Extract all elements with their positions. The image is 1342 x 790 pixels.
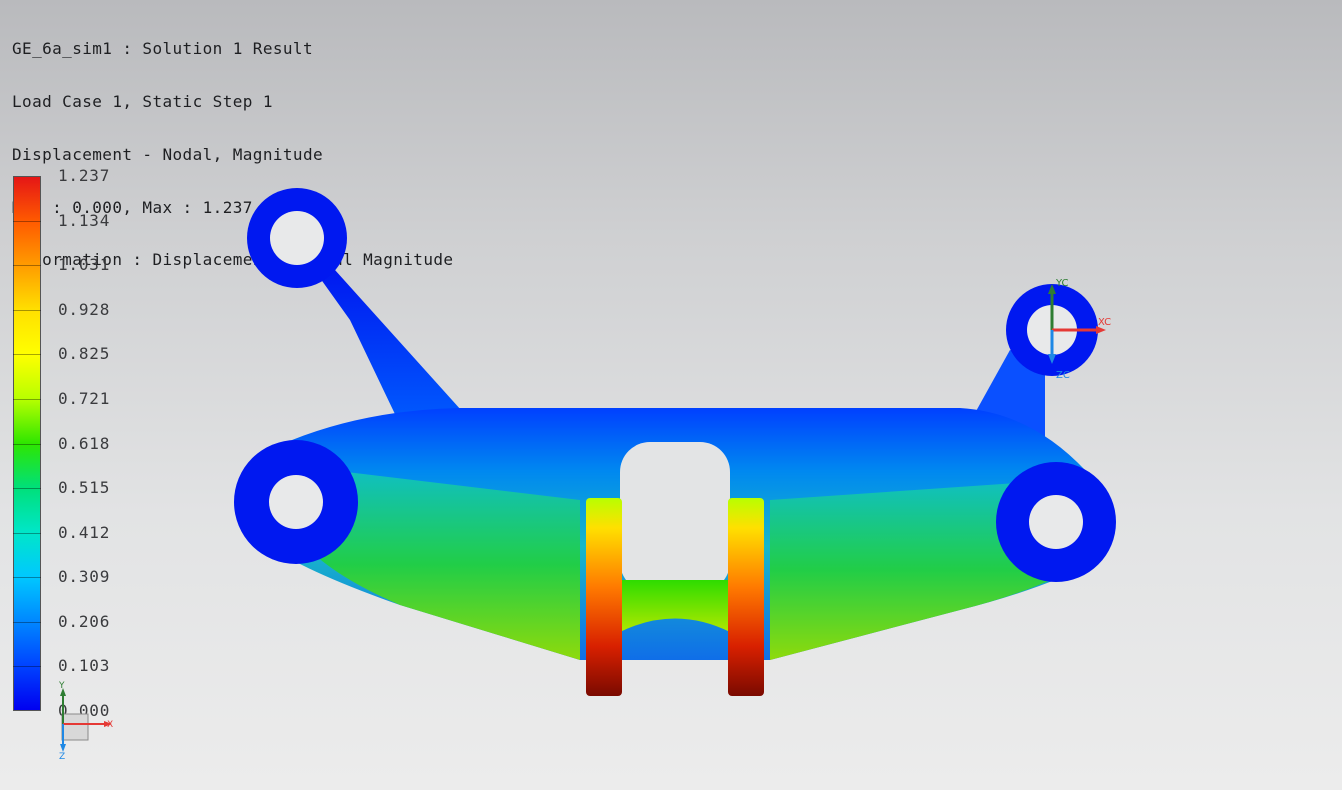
view-orientation-triad[interactable]: Y X Z — [48, 680, 128, 760]
triad-x-label: XC — [1098, 317, 1111, 328]
right-leg — [728, 498, 764, 696]
small-triad-x-label: X — [107, 720, 113, 730]
bracket-model-viewport[interactable]: YC XC ZC — [0, 0, 1342, 790]
left-lug — [234, 440, 358, 564]
left-leg — [586, 498, 622, 696]
triad-z-label: ZC — [1056, 370, 1070, 381]
right-lug — [996, 462, 1116, 582]
small-triad-z-label: Z — [59, 752, 65, 760]
triad-y-label: YC — [1055, 278, 1069, 289]
small-triad-y-label: Y — [58, 681, 65, 691]
upper-left-lug — [247, 188, 470, 435]
center-slot — [620, 442, 730, 632]
